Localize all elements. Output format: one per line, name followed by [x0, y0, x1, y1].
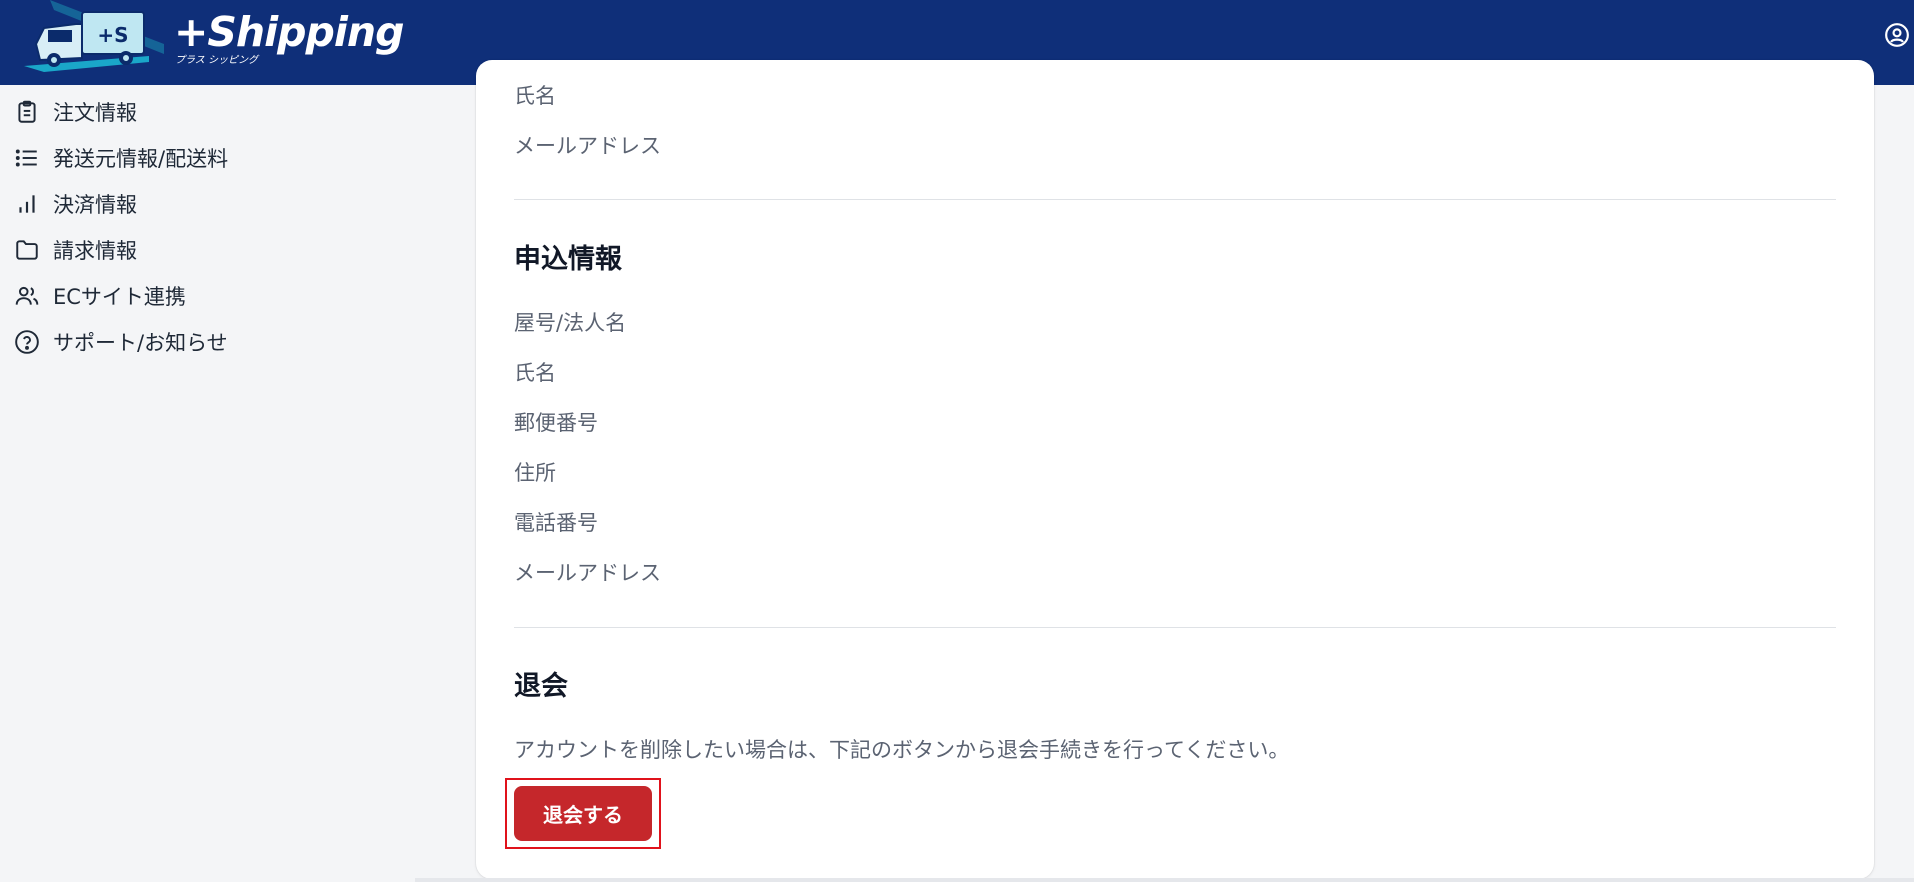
withdraw-button[interactable]: 退会する: [514, 786, 652, 841]
folder-icon: [16, 240, 38, 260]
list-icon: [15, 149, 37, 167]
application-info-title: 申込情報: [514, 244, 622, 275]
field-name: 氏名: [514, 84, 556, 108]
sidebar-item-billing[interactable]: 請求情報: [14, 233, 394, 267]
sidebar-item-label: サポート/お知らせ: [53, 331, 228, 355]
sidebar-item-orders[interactable]: 注文情報: [14, 95, 394, 129]
sidebar-item-label: 注文情報: [53, 101, 137, 125]
logo-text: +Shipping: [174, 8, 404, 56]
users-icon: [15, 286, 39, 305]
truck-logo-icon: +S: [24, 0, 164, 72]
bar-chart-icon: [19, 195, 35, 213]
field-postal-code: 郵便番号: [514, 411, 598, 435]
sidebar-item-payment[interactable]: 決済情報: [14, 187, 394, 221]
field-phone: 電話番号: [514, 511, 598, 535]
clipboard-icon: [18, 100, 36, 123]
sidebar-item-label: 発送元情報/配送料: [53, 147, 229, 171]
sidebar-item-label: 請求情報: [53, 239, 137, 263]
section-divider: [514, 199, 1836, 200]
field-email: メールアドレス: [514, 134, 661, 158]
withdraw-title: 退会: [514, 671, 568, 702]
bottom-strip: [415, 878, 1914, 882]
field-company-name: 屋号/法人名: [514, 311, 627, 335]
logo-subtext: プラス シッピング: [175, 55, 258, 66]
sidebar-item-shipping[interactable]: 発送元情報/配送料: [14, 141, 394, 175]
field-address: 住所: [514, 461, 556, 485]
logo[interactable]: +S +Shipping プラス シッピング: [14, 0, 404, 80]
help-circle-icon: [15, 330, 39, 354]
sidebar-item-ec-integration[interactable]: ECサイト連携: [14, 279, 394, 313]
field-email: メールアドレス: [514, 561, 661, 585]
field-name: 氏名: [514, 361, 556, 385]
sidebar-item-label: 決済情報: [53, 193, 137, 217]
section-divider: [514, 627, 1836, 628]
svg-text:+S: +S: [97, 23, 128, 47]
sidebar: 注文情報 発送元情報/配送料 決済情報 請求情報 ECサイト連携 サポート/お知…: [0, 85, 415, 882]
user-circle-icon[interactable]: [1884, 22, 1910, 48]
sidebar-item-label: ECサイト連携: [53, 285, 186, 309]
withdraw-notice: アカウントを削除したい場合は、下記のボタンから退会手続きを行ってください。: [514, 738, 1290, 762]
sidebar-item-support[interactable]: サポート/お知らせ: [14, 325, 394, 359]
